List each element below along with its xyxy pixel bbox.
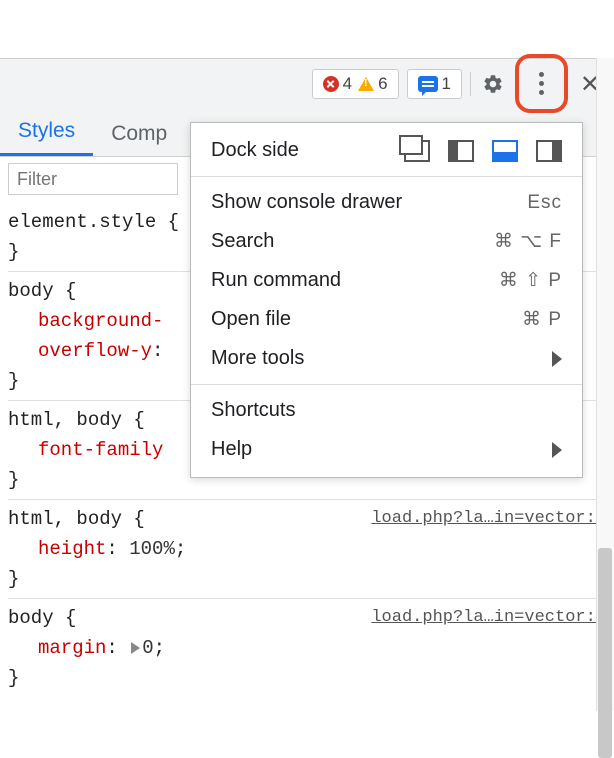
expand-icon[interactable] xyxy=(131,642,140,654)
menu-item-more-tools[interactable]: More tools xyxy=(191,339,582,378)
more-options-button[interactable] xyxy=(528,69,556,97)
menu-item-dock-side: Dock side xyxy=(191,131,582,170)
warning-icon xyxy=(358,77,374,91)
shortcut: ⌘ ⌥ F xyxy=(494,230,562,253)
menu-label: Show console drawer xyxy=(211,191,402,214)
menu-item-run-command[interactable]: Run command ⌘ ⇧ P xyxy=(191,261,582,300)
menu-item-help[interactable]: Help xyxy=(191,430,582,469)
css-property: font-family xyxy=(8,439,163,461)
menu-item-search[interactable]: Search ⌘ ⌥ F xyxy=(191,222,582,261)
filter-input[interactable] xyxy=(8,163,178,195)
css-rule[interactable]: load.php?la…in=vector:1 body { margin: 0… xyxy=(8,598,606,697)
divider xyxy=(470,72,471,96)
css-rule[interactable]: load.php?la…in=vector:1 html, body { hei… xyxy=(8,499,606,598)
chevron-right-icon xyxy=(552,442,562,458)
dock-left-button[interactable] xyxy=(448,140,474,162)
message-count: 1 xyxy=(442,74,451,94)
shortcut: ⌘ ⇧ P xyxy=(499,269,562,292)
css-property: height xyxy=(8,538,106,560)
console-issues-button[interactable]: 4 6 xyxy=(312,69,399,99)
messages-button[interactable]: 1 xyxy=(407,69,462,99)
css-property: margin xyxy=(8,637,106,659)
menu-label: More tools xyxy=(211,347,304,370)
kebab-highlight-annotation xyxy=(515,54,568,113)
devtools-toolbar: 4 6 1 ✕ xyxy=(0,58,614,109)
menu-label: Run command xyxy=(211,269,341,292)
menu-separator xyxy=(191,176,582,177)
tab-styles[interactable]: Styles xyxy=(0,109,93,156)
menu-label: Shortcuts xyxy=(211,399,295,422)
menu-label: Dock side xyxy=(211,139,299,162)
selector: body xyxy=(8,607,54,629)
kebab-icon xyxy=(539,72,544,95)
shortcut: Esc xyxy=(527,192,562,214)
warning-count: 6 xyxy=(378,74,387,94)
scrollbar-thumb[interactable] xyxy=(598,548,612,758)
menu-label: Search xyxy=(211,230,274,253)
dock-undock-button[interactable] xyxy=(404,140,430,162)
source-link[interactable]: load.php?la…in=vector:1 xyxy=(371,504,606,534)
settings-button[interactable] xyxy=(479,70,507,98)
message-icon xyxy=(418,76,438,92)
menu-separator xyxy=(191,384,582,385)
chevron-right-icon xyxy=(552,351,562,367)
error-count: 4 xyxy=(343,74,352,94)
menu-item-shortcuts[interactable]: Shortcuts xyxy=(191,391,582,430)
menu-label: Open file xyxy=(211,308,291,331)
gear-icon xyxy=(482,73,504,95)
dock-bottom-button[interactable] xyxy=(492,140,518,162)
source-link[interactable]: load.php?la…in=vector:1 xyxy=(371,603,606,633)
menu-label: Help xyxy=(211,438,252,461)
tab-computed[interactable]: Comp xyxy=(93,112,185,156)
dock-right-button[interactable] xyxy=(536,140,562,162)
scrollbar[interactable] xyxy=(596,58,614,711)
content-area xyxy=(0,0,614,58)
menu-item-open-file[interactable]: Open file ⌘ P xyxy=(191,300,582,339)
css-property: background- xyxy=(8,310,163,332)
selector: element.style xyxy=(8,211,156,233)
menu-item-show-console[interactable]: Show console drawer Esc xyxy=(191,183,582,222)
selector: body xyxy=(8,280,54,302)
more-options-menu: Dock side Show console drawer Esc Search… xyxy=(190,122,583,478)
error-icon xyxy=(323,76,339,92)
css-property: overflow-y xyxy=(8,340,152,362)
shortcut: ⌘ P xyxy=(522,308,562,331)
